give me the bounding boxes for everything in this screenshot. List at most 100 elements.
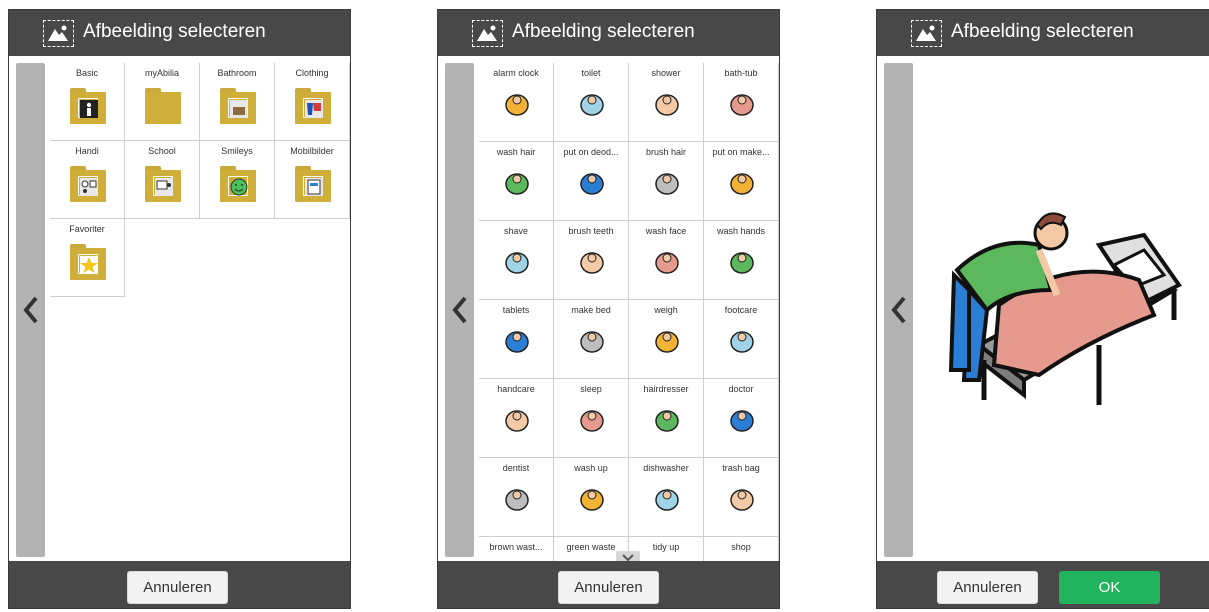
folder-icon bbox=[220, 88, 256, 124]
pictogram-label: wash face bbox=[645, 226, 687, 236]
back-bar[interactable] bbox=[884, 63, 913, 557]
pictogram-item[interactable]: wash hair bbox=[479, 142, 554, 221]
pictogram-label: tablets bbox=[502, 305, 530, 315]
pictogram-icon bbox=[651, 324, 683, 358]
footer: Annuleren OK bbox=[877, 561, 1209, 608]
pictogram-item[interactable]: wash up bbox=[554, 458, 629, 537]
star-icon bbox=[78, 254, 98, 274]
pictogram-icon bbox=[651, 403, 683, 437]
header: Afbeelding selecteren bbox=[9, 10, 350, 56]
pictogram-item[interactable]: dishwasher bbox=[629, 458, 704, 537]
folder-item[interactable]: School bbox=[125, 141, 200, 219]
image-select-icon bbox=[43, 20, 74, 47]
folder-item[interactable]: Bathroom bbox=[200, 63, 275, 141]
pictogram-icon bbox=[726, 245, 758, 279]
pictogram-icon bbox=[501, 324, 533, 358]
folder-label: Handi bbox=[75, 146, 99, 156]
pictogram-label: hairdresser bbox=[643, 384, 689, 394]
pictogram-label: brush teeth bbox=[568, 226, 614, 236]
pictogram-item[interactable]: alarm clock bbox=[479, 63, 554, 142]
pictogram-item[interactable]: tablets bbox=[479, 300, 554, 379]
pictogram-icon bbox=[576, 87, 608, 121]
pictogram-item[interactable]: toilet bbox=[554, 63, 629, 142]
pictogram-label: sleep bbox=[580, 384, 602, 394]
pictogram-item[interactable]: doctor bbox=[704, 379, 779, 458]
pictogram-icon bbox=[576, 482, 608, 516]
folder-item[interactable]: Handi bbox=[50, 141, 125, 219]
pictogram-label: wash hands bbox=[716, 226, 766, 236]
pictogram-item[interactable]: brush teeth bbox=[554, 221, 629, 300]
folder-label: Basic bbox=[75, 68, 98, 78]
page-title: Afbeelding selecteren bbox=[512, 21, 695, 42]
pictogram-item[interactable]: footcare bbox=[704, 300, 779, 379]
pictogram-item[interactable]: weigh bbox=[629, 300, 704, 379]
folder-icon bbox=[70, 166, 106, 202]
pictogram-icon bbox=[651, 166, 683, 200]
folder-item[interactable]: Favoriter bbox=[50, 219, 125, 297]
pictogram-label: dentist bbox=[502, 463, 530, 473]
pictogram-item[interactable]: wash face bbox=[629, 221, 704, 300]
folder-label: Smileys bbox=[221, 146, 253, 156]
pictogram-label: toilet bbox=[581, 68, 601, 78]
school-icon bbox=[153, 176, 173, 196]
folder-item[interactable]: Mobilbilder bbox=[275, 141, 350, 219]
folder-label: Bathroom bbox=[217, 68, 257, 78]
back-bar[interactable] bbox=[445, 63, 474, 557]
folder-icon bbox=[145, 166, 181, 202]
pictogram-item[interactable]: shower bbox=[629, 63, 704, 142]
pictogram-icon bbox=[651, 87, 683, 121]
pictogram-icon bbox=[726, 482, 758, 516]
folder-item[interactable]: Clothing bbox=[275, 63, 350, 141]
folder-label: Favoriter bbox=[69, 224, 105, 234]
folder-item[interactable]: myAbilia bbox=[125, 63, 200, 141]
ok-button[interactable]: OK bbox=[1059, 571, 1160, 604]
pictogram-item[interactable]: sleep bbox=[554, 379, 629, 458]
pictogram-icon bbox=[576, 245, 608, 279]
folder-icon bbox=[295, 88, 331, 124]
smiley-icon bbox=[228, 176, 248, 196]
pictogram-icon bbox=[726, 87, 758, 121]
chevron-left-icon bbox=[23, 296, 38, 324]
cancel-button[interactable]: Annuleren bbox=[558, 571, 659, 604]
folder-item[interactable]: Smileys bbox=[200, 141, 275, 219]
pictogram-item[interactable]: brush hair bbox=[629, 142, 704, 221]
pictogram-item[interactable]: hairdresser bbox=[629, 379, 704, 458]
chevron-left-icon bbox=[452, 296, 467, 324]
pictogram-label: tidy up bbox=[652, 542, 680, 552]
pictogram-item[interactable]: put on make... bbox=[704, 142, 779, 221]
pictogram-label: wash up bbox=[574, 463, 608, 473]
pictogram-item[interactable]: wash hands bbox=[704, 221, 779, 300]
cancel-button[interactable]: Annuleren bbox=[127, 571, 228, 604]
image-select-icon bbox=[911, 20, 942, 47]
pictogram-icon bbox=[501, 166, 533, 200]
header: Afbeelding selecteren bbox=[438, 10, 779, 56]
cancel-button[interactable]: Annuleren bbox=[937, 571, 1038, 604]
pictogram-label: put on deod... bbox=[563, 147, 619, 157]
pictogram-select-screen: Afbeelding selecteren alarm clock toilet s… bbox=[437, 9, 780, 609]
pictogram-icon bbox=[651, 482, 683, 516]
pictogram-label: wash hair bbox=[496, 147, 536, 157]
pictogram-item[interactable]: trash bag bbox=[704, 458, 779, 537]
pictogram-item[interactable]: bath-tub bbox=[704, 63, 779, 142]
pictogram-item[interactable]: make bed bbox=[554, 300, 629, 379]
pictogram-label: make bed bbox=[571, 305, 611, 315]
pictogram-label: put on make... bbox=[712, 147, 770, 157]
pictogram-item[interactable]: shave bbox=[479, 221, 554, 300]
back-bar[interactable] bbox=[16, 63, 45, 557]
bathroom-icon bbox=[228, 98, 248, 118]
pictogram-item[interactable]: dentist bbox=[479, 458, 554, 537]
handi-icon bbox=[78, 176, 98, 196]
pictogram-icon bbox=[726, 324, 758, 358]
pictogram-icon bbox=[726, 166, 758, 200]
pictogram-item[interactable]: put on deod... bbox=[554, 142, 629, 221]
clothing-icon bbox=[303, 98, 323, 118]
pictogram-label: trash bag bbox=[722, 463, 760, 473]
pictogram-icon bbox=[501, 482, 533, 516]
folder-select-screen: Afbeelding selecteren Basic myAbilia Bathr… bbox=[8, 9, 351, 609]
pictogram-icon bbox=[576, 403, 608, 437]
page-title: Afbeelding selecteren bbox=[951, 21, 1134, 42]
pictogram-label: shower bbox=[651, 68, 681, 78]
folder-item[interactable]: Basic bbox=[50, 63, 125, 141]
pictogram-icon bbox=[501, 403, 533, 437]
pictogram-item[interactable]: handcare bbox=[479, 379, 554, 458]
